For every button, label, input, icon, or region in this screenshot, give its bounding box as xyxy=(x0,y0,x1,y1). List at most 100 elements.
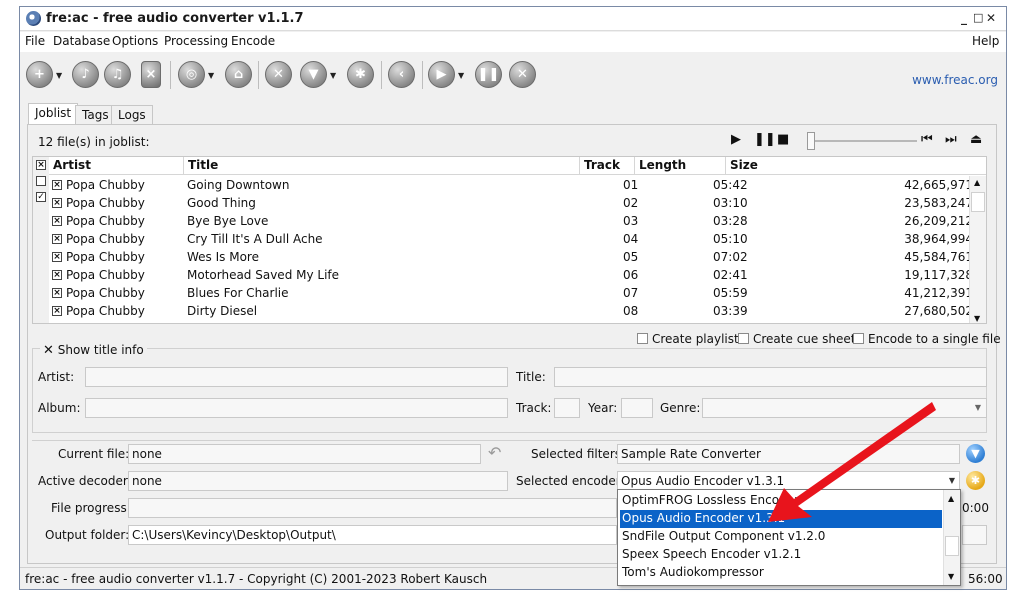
row-checkbox[interactable]: × xyxy=(52,234,62,244)
share-icon[interactable]: ‹ xyxy=(388,61,415,88)
table-row[interactable]: × Popa Chubby Dirty Diesel 08 03:39 27,6… xyxy=(49,302,986,320)
filter-icon[interactable]: ▼ xyxy=(300,61,327,88)
column-track[interactable]: Track xyxy=(580,157,635,175)
menu-options[interactable]: Options xyxy=(112,34,158,48)
table-row[interactable]: × Popa Chubby Blues For Charlie 07 05:59… xyxy=(49,284,986,302)
joblist-scrollbar[interactable]: ▲ ▼ xyxy=(969,176,986,323)
row-checkbox[interactable]: × xyxy=(52,198,62,208)
encoder-select[interactable]: Opus Audio Encoder v1.3.1 ▼ xyxy=(617,471,960,491)
stop-playback-icon[interactable]: ■ xyxy=(777,132,789,147)
row-track: 01 xyxy=(623,178,639,192)
select-all-checkbox[interactable]: × xyxy=(36,160,46,170)
row-checkbox[interactable]: × xyxy=(52,216,62,226)
browse-folder-button[interactable] xyxy=(962,525,987,545)
create-cue-sheet-checkbox[interactable] xyxy=(738,333,749,344)
show-title-info-toggle[interactable]: ✕ Show title info xyxy=(40,343,147,358)
genre-select[interactable]: ▼ xyxy=(702,398,987,418)
minimize-button[interactable]: _ xyxy=(961,11,967,25)
add-files-icon[interactable]: + xyxy=(26,61,53,88)
website-link[interactable]: www.freac.org xyxy=(912,73,998,87)
menu-processing[interactable]: Processing xyxy=(164,34,228,48)
toggle-selection-checkbox[interactable]: ✓ xyxy=(36,192,46,202)
clear-joblist-icon[interactable]: × xyxy=(141,61,161,88)
encode-single-file-checkbox[interactable] xyxy=(853,333,864,344)
start-encoding-icon[interactable]: ▶ xyxy=(428,61,455,88)
row-artist: Popa Chubby xyxy=(66,178,145,192)
title-field[interactable] xyxy=(554,367,987,387)
encode-single-file-option[interactable]: Encode to a single file xyxy=(853,332,1001,346)
settings-gear-icon[interactable]: ✱ xyxy=(347,61,374,88)
scroll-down-icon[interactable]: ▼ xyxy=(974,314,980,323)
table-row[interactable]: × Popa Chubby Cry Till It's A Dull Ache … xyxy=(49,230,986,248)
dropdown-scroll-thumb[interactable] xyxy=(945,536,959,556)
artist-field[interactable] xyxy=(85,367,508,387)
create-playlist-checkbox[interactable] xyxy=(637,333,648,344)
track-field[interactable] xyxy=(554,398,580,418)
create-cue-sheet-option[interactable]: Create cue sheet xyxy=(738,332,855,346)
menu-file[interactable]: File xyxy=(25,34,45,48)
column-title[interactable]: Title xyxy=(184,157,580,175)
menu-encode[interactable]: Encode xyxy=(231,34,275,48)
menu-help[interactable]: Help xyxy=(972,34,999,48)
encoder-option[interactable]: OptimFROG Lossless Encoder xyxy=(620,492,942,510)
maximize-button[interactable]: □ xyxy=(973,11,983,24)
next-track-icon[interactable]: ⏭ xyxy=(945,132,957,147)
pause-icon[interactable]: ❚❚ xyxy=(475,61,502,88)
row-checkbox[interactable]: × xyxy=(52,270,62,280)
year-field[interactable] xyxy=(621,398,653,418)
output-folder-field[interactable]: C:\Users\Kevincy\Desktop\Output\ xyxy=(128,525,617,545)
table-row[interactable]: × Popa Chubby Motorhead Saved My Life 06… xyxy=(49,266,986,284)
cddb-dropdown-icon[interactable]: ▼ xyxy=(208,71,214,80)
row-checkbox[interactable]: × xyxy=(52,288,62,298)
row-checkbox[interactable]: × xyxy=(52,180,62,190)
tab-joblist[interactable]: Joblist xyxy=(28,103,79,125)
show-title-info-check-icon[interactable]: ✕ xyxy=(43,343,54,358)
remove-tracks-icon[interactable]: ♫ xyxy=(104,61,131,88)
playback-position-slider[interactable] xyxy=(807,132,815,150)
column-length[interactable]: Length xyxy=(635,157,726,175)
genre-dropdown-icon[interactable]: ▼ xyxy=(975,403,981,412)
start-dropdown-icon[interactable]: ▼ xyxy=(458,71,464,80)
scrollbar-thumb[interactable] xyxy=(971,192,985,212)
encoder-option[interactable]: Speex Speech Encoder v1.2.1 xyxy=(620,546,942,564)
table-row[interactable]: × Popa Chubby Wes Is More 05 07:02 45,58… xyxy=(49,248,986,266)
dropdown-scroll-down-icon[interactable]: ▼ xyxy=(948,572,954,581)
filter-config-icon[interactable]: ▼ xyxy=(966,444,985,463)
column-artist[interactable]: Artist xyxy=(49,157,184,175)
encoder-option[interactable]: Tom's Audiokompressor xyxy=(620,564,942,582)
pause-playback-icon[interactable]: ❚❚ xyxy=(754,132,776,147)
encoder-option-selected[interactable]: Opus Audio Encoder v1.3.1 xyxy=(620,510,942,528)
table-row[interactable]: × Popa Chubby Good Thing 02 03:10 23,583… xyxy=(49,194,986,212)
file-progress-bar xyxy=(128,498,617,518)
cddb-query-icon[interactable]: ◎ xyxy=(178,61,205,88)
cddb-submit-icon[interactable]: ⌂ xyxy=(225,61,252,88)
encoder-dropdown-icon[interactable]: ▼ xyxy=(949,476,955,485)
previous-track-icon[interactable]: ⏮ xyxy=(921,132,933,147)
close-button[interactable]: ✕ xyxy=(986,11,996,25)
tab-logs[interactable]: Logs xyxy=(111,105,153,125)
row-checkbox[interactable]: × xyxy=(52,252,62,262)
encoder-dropdown-scrollbar[interactable]: ▲ ▼ xyxy=(943,490,960,585)
table-row[interactable]: × Popa Chubby Bye Bye Love 03 03:28 26,2… xyxy=(49,212,986,230)
add-dropdown-icon[interactable]: ▼ xyxy=(56,71,62,80)
encoder-config-icon[interactable]: ✱ xyxy=(966,471,985,490)
encoder-option[interactable]: SndFile Output Component v1.2.0 xyxy=(620,528,942,546)
tab-tags[interactable]: Tags xyxy=(75,105,116,125)
open-file-icon[interactable]: ↶ xyxy=(488,443,501,462)
stop-icon[interactable]: ✕ xyxy=(509,61,536,88)
dropdown-scroll-up-icon[interactable]: ▲ xyxy=(948,494,954,503)
row-checkbox[interactable]: × xyxy=(52,306,62,316)
config-tools-icon[interactable]: ✕ xyxy=(265,61,292,88)
row-size: 41,212,391 xyxy=(904,286,973,300)
scroll-up-icon[interactable]: ▲ xyxy=(974,178,980,187)
column-size[interactable]: Size xyxy=(726,157,986,175)
filter-dropdown-icon[interactable]: ▼ xyxy=(330,71,336,80)
eject-icon[interactable]: ⏏ xyxy=(970,132,982,147)
table-row[interactable]: × Popa Chubby Going Downtown 01 05:42 42… xyxy=(49,176,986,194)
select-none-checkbox[interactable] xyxy=(36,176,46,186)
create-playlist-option[interactable]: Create playlist xyxy=(637,332,739,346)
add-cd-icon[interactable]: ♪ xyxy=(72,61,99,88)
play-icon[interactable]: ▶ xyxy=(731,132,741,147)
album-field[interactable] xyxy=(85,398,508,418)
menu-database[interactable]: Database xyxy=(53,34,110,48)
